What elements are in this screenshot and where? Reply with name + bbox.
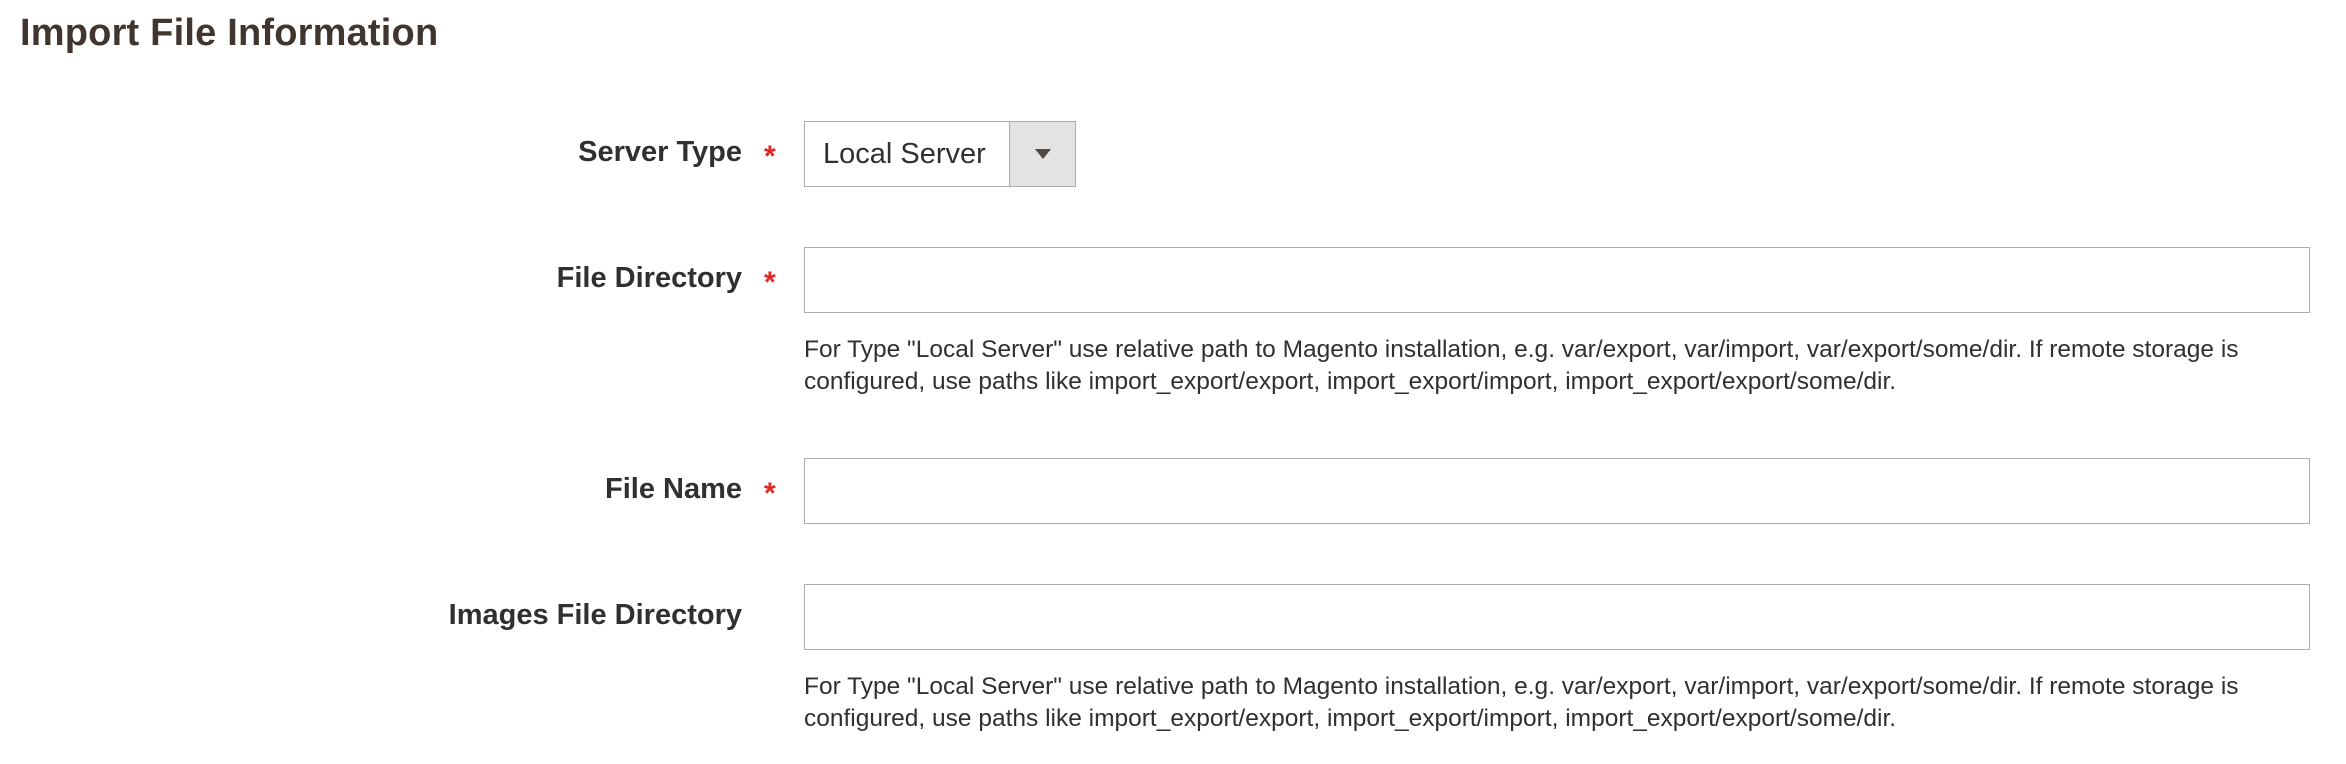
file-name-label: File Name: [605, 473, 742, 505]
file-name-required-star: *: [764, 477, 776, 510]
file-directory-note: For Type "Local Server" use relative pat…: [804, 336, 2239, 395]
file-directory-label: File Directory: [556, 262, 742, 294]
caret-down-icon: [1034, 149, 1051, 159]
server-type-label: Server Type: [578, 136, 742, 168]
file-directory-input[interactable]: [804, 247, 2310, 313]
server-type-dropdown-button[interactable]: [1009, 122, 1075, 186]
images-file-directory-input[interactable]: [804, 584, 2310, 650]
server-type-required-star: *: [764, 140, 776, 173]
section-title: Import File Information: [20, 12, 439, 54]
file-directory-required-star: *: [764, 266, 776, 299]
server-type-selected-value: Local Server: [823, 137, 986, 170]
file-name-input[interactable]: [804, 458, 2310, 524]
images-file-directory-note: For Type "Local Server" use relative pat…: [804, 673, 2239, 732]
images-file-directory-label: Images File Directory: [448, 599, 742, 631]
server-type-select[interactable]: Local Server: [804, 121, 1076, 187]
